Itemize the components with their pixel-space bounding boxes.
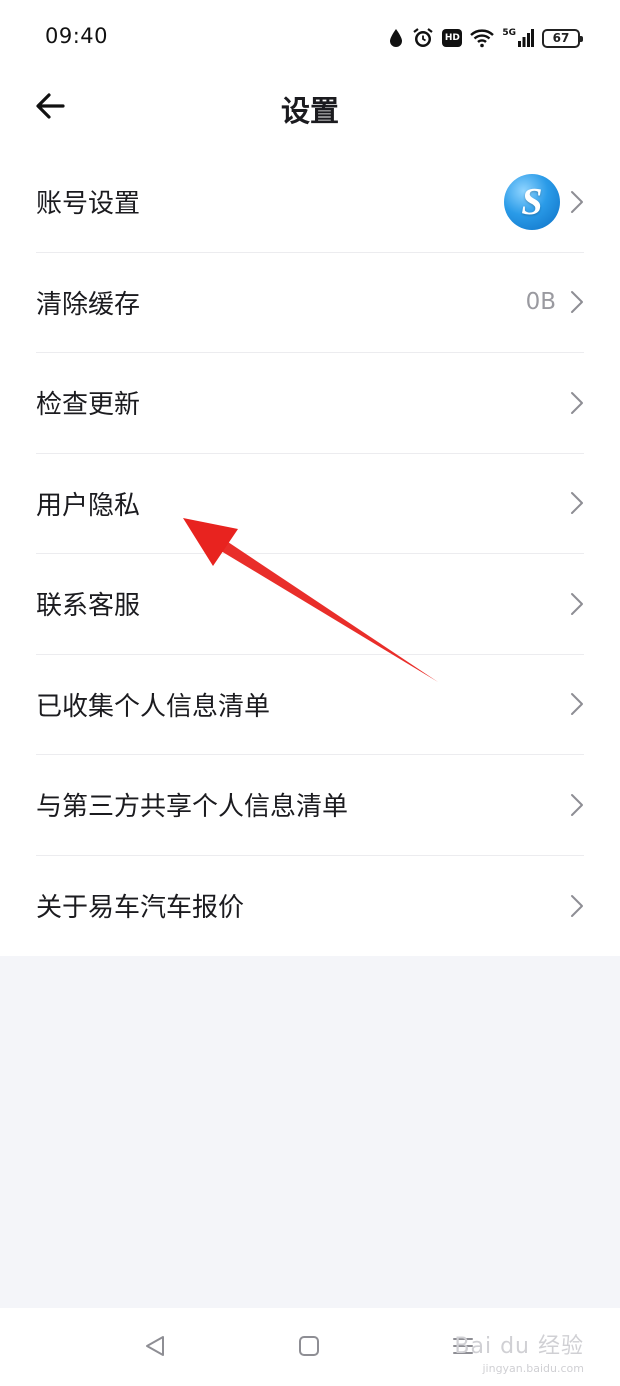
settings-item-check-update[interactable]: 检查更新 — [36, 353, 584, 454]
settings-item-contact-support[interactable]: 联系客服 — [36, 554, 584, 655]
chevron-right-icon — [571, 592, 583, 615]
settings-item-label: 清除缓存 — [36, 289, 141, 320]
recents-menu-icon[interactable] — [452, 1334, 474, 1362]
chevron-right-icon — [571, 492, 583, 515]
home-square-icon[interactable] — [298, 1334, 320, 1362]
hd-icon: HD — [442, 29, 463, 47]
chevron-right-icon — [571, 391, 583, 414]
settings-item-account[interactable]: 账号设置 S — [36, 152, 584, 253]
settings-item-label: 已收集个人信息清单 — [36, 691, 271, 722]
app-header: 设置 — [0, 76, 620, 152]
wifi-icon — [470, 28, 495, 48]
cache-size-value: 0B — [525, 289, 556, 316]
5g-signal-icon: 5G — [502, 29, 534, 47]
chevron-right-icon — [571, 190, 583, 213]
watermark-sub: jingyan.baidu.com — [482, 1362, 584, 1375]
settings-item-label: 关于易车汽车报价 — [36, 893, 245, 924]
avatar: S — [504, 173, 560, 230]
settings-item-trailing: 0B — [526, 289, 584, 315]
water-drop-icon — [388, 28, 404, 48]
settings-item-label: 联系客服 — [36, 591, 141, 622]
chevron-right-icon — [571, 793, 583, 816]
battery-icon: 67 — [542, 28, 583, 48]
back-triangle-icon[interactable] — [144, 1334, 166, 1362]
status-icons: HD 5G 67 — [388, 24, 583, 52]
settings-item-trailing: S — [504, 173, 584, 230]
settings-item-user-privacy[interactable]: 用户隐私 — [36, 454, 584, 554]
settings-item-about[interactable]: 关于易车汽车报价 — [36, 856, 584, 957]
settings-item-third-party-sharing-list[interactable]: 与第三方共享个人信息清单 — [36, 755, 584, 856]
alarm-icon — [412, 27, 434, 49]
settings-item-label: 与第三方共享个人信息清单 — [36, 792, 349, 823]
chevron-right-icon — [571, 291, 583, 314]
settings-item-collected-info-list[interactable]: 已收集个人信息清单 — [36, 655, 584, 755]
chevron-right-icon — [571, 894, 583, 917]
settings-item-label: 用户隐私 — [36, 490, 141, 521]
chevron-right-icon — [571, 693, 583, 716]
status-time: 09:40 — [45, 24, 109, 48]
navigation-bar: Bai du 经验 jingyan.baidu.com — [0, 1308, 620, 1386]
settings-item-label: 账号设置 — [36, 189, 141, 220]
settings-list: 账号设置 S 清除缓存 0B 检查更新 用户隐私 联系客服 已收集个人信息清单 … — [0, 152, 620, 956]
page-title: 设置 — [280, 94, 339, 128]
status-bar: 09:40 HD 5G 67 — [0, 0, 620, 76]
settings-item-label: 检查更新 — [36, 390, 141, 421]
settings-item-clear-cache[interactable]: 清除缓存 0B — [36, 253, 584, 353]
